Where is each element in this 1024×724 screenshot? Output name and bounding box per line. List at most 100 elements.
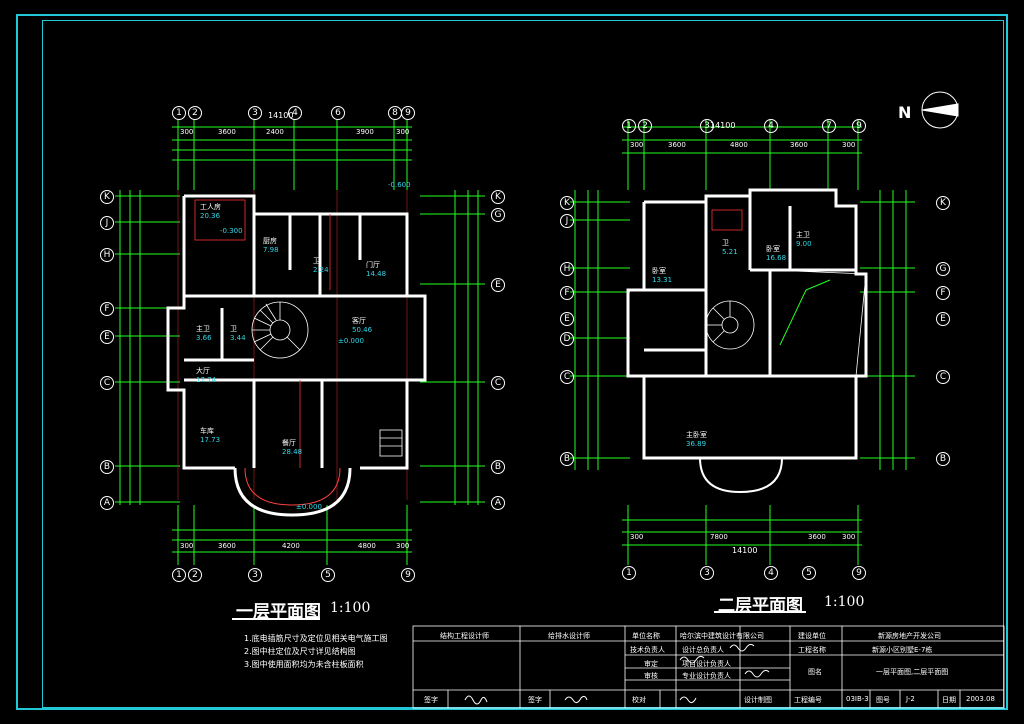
plan1-dim-bottom: 3600 — [218, 542, 236, 550]
plan1-axis-top-9: 9 — [401, 106, 415, 120]
plan2-axis-bottom-9: 9 — [852, 566, 866, 580]
plan1-room-area: 28.48 — [282, 448, 303, 456]
plan2-room-name: 主卧室 — [686, 431, 707, 439]
cad-drawing-canvas — [115, 91, 1005, 709]
plan2-dim-bottom: 7800 — [710, 533, 728, 541]
plan2-title-underline — [714, 611, 806, 613]
plan1-entry-steps — [379, 429, 403, 457]
plan1-axis-left-J: J — [100, 216, 114, 230]
plan2-dim-top: 300 — [842, 141, 856, 149]
plan2-axis-bottom-1: 1 — [622, 566, 636, 580]
plan1-axis-bottom-2: 2 — [188, 568, 202, 582]
plan1-room-area: 3.44 — [230, 334, 246, 342]
plan2-dim-top: 3600 — [790, 141, 808, 149]
tb-unit-name: 哈尔滨中建筑设计有限公司 — [680, 632, 764, 640]
plan2-spiral-stair — [705, 300, 755, 350]
plan2-room-area: 36.89 — [686, 440, 707, 448]
note-3: 3.图中使用面积均为未含柱板面积 — [244, 660, 364, 669]
plan2-floor-plan — [570, 120, 915, 565]
plan1-dim-top: 2400 — [266, 128, 284, 136]
plan2-axis-right-K: K — [936, 196, 950, 210]
tb-date: 2003.08 — [966, 695, 995, 703]
plan1-axis-right-K: K — [491, 190, 505, 204]
tb-project-name: 新源小区别墅E-7栋 — [872, 646, 933, 654]
plan2-dim-bottom: 300 — [630, 533, 644, 541]
plan2-room-area: 16.68 — [766, 254, 787, 262]
tb-drawing-no-label: 图号 — [876, 696, 890, 704]
plan2-dim-bottom: 3600 — [808, 533, 826, 541]
plan1-floor-plan — [115, 120, 485, 565]
plan2-room-area: 13.31 — [652, 276, 673, 284]
tb-client-label: 建设单位 — [798, 632, 826, 640]
plan1-axis-right-G: G — [491, 208, 505, 222]
plan1-dim-lines-right — [420, 190, 485, 505]
plan1-spiral-stair — [251, 301, 309, 359]
tb-approved: 审定 — [644, 660, 658, 668]
plan2-dim-lines-right — [860, 190, 915, 470]
plan2-axis-left-C: C — [560, 370, 574, 384]
plan1-axis-left-H: H — [100, 248, 114, 262]
plan2-axis-left-E: E — [560, 312, 574, 326]
plan2-dim-lines-bottom — [622, 505, 862, 565]
plan2-balcony-arc — [699, 457, 783, 494]
plan1-axis-left-A: A — [100, 496, 114, 510]
plan2-diagonal-roof-lines — [779, 279, 831, 346]
plan2-axis-bottom-3: 3 — [700, 566, 714, 580]
tb-project-name-label: 工程名称 — [798, 646, 826, 654]
plan1-dim-bottom: 300 — [180, 542, 194, 550]
plan1-room-area: 3.66 — [196, 334, 212, 342]
plan1-axis-bottom-1: 1 — [172, 568, 186, 582]
plan1-room-name: 客厅 — [352, 317, 366, 325]
tb-drawing-name: 一层平面图,二层平面图 — [876, 668, 949, 676]
north-label: N — [898, 103, 912, 122]
plan1-room-name: 门厅 — [366, 261, 380, 269]
tb-reviewed: 审核 — [644, 672, 658, 680]
plan1-dim-top: 3900 — [356, 128, 374, 136]
plan2-axis-top-9: 9 — [852, 119, 866, 133]
plan2-room-name: 卧室 — [652, 267, 666, 275]
plan2-scale: 1:100 — [824, 594, 865, 610]
tb-project-no-label: 工程编号 — [794, 696, 822, 704]
plan1-axis-top-1: 1 — [172, 106, 186, 120]
tb-design-lead: 设计总负责人 — [682, 646, 724, 654]
plan2-axis-right-C: C — [936, 370, 950, 384]
tb-project-design-lead: 项目设计负责人 — [682, 660, 731, 668]
plan1-elevation: -0.300 — [220, 227, 243, 235]
plan2-axis-left-K: K — [560, 196, 574, 210]
plan1-room-name: 大厅 — [196, 367, 210, 375]
plan1-title-underline — [232, 618, 320, 620]
note-2: 2.图中柱定位及尺寸详见结构图 — [244, 647, 356, 656]
plan1-room-name: 主卫 — [196, 325, 210, 333]
tb-unit-name-label: 单位名称 — [632, 632, 660, 640]
plan2-room-name: 主卫 — [796, 231, 810, 239]
plan1-room-area: 17.73 — [200, 436, 221, 444]
plan1-axis-top-8: 8 — [388, 106, 402, 120]
tb-project-no: 03IB-3 — [846, 695, 869, 703]
plan2-dim-total-top: 14100 — [710, 121, 736, 130]
plan2-axis-left-H: H — [560, 262, 574, 276]
plan1-axis-right-C: C — [491, 376, 505, 390]
plan1-axis-left-K: K — [100, 190, 114, 204]
plan1-axis-left-B: B — [100, 460, 114, 474]
plan1-dim-top: 3600 — [218, 128, 236, 136]
plan2-axis-left-F: F — [560, 286, 574, 300]
plan1-axis-right-B: B — [491, 460, 505, 474]
tb-tech-lead: 技术负责人 — [630, 646, 665, 654]
plan1-room-area: 14.48 — [366, 270, 387, 278]
plan2-axis-top-2: 2 — [638, 119, 652, 133]
plan1-room-name: 厨房 — [263, 237, 277, 245]
plan1-room-name: 卫 — [230, 325, 237, 333]
plan1-room-name: 车库 — [200, 427, 214, 435]
tb-checked: 校对 — [632, 696, 646, 704]
plan2-axis-right-B: B — [936, 452, 950, 466]
plan2-dim-bottom: 300 — [842, 533, 856, 541]
tb-drawing-no: J-2 — [906, 695, 915, 703]
plan2-dim-top: 3600 — [668, 141, 686, 149]
plan2-room-name: 卧室 — [766, 245, 780, 253]
plan1-room-area: 2.24 — [313, 266, 329, 274]
plan1-room-area: 20.36 — [200, 212, 221, 220]
plan1-elevation: -0.600 — [388, 181, 411, 189]
plan1-dim-lines-left — [115, 190, 180, 505]
plan2-dim-top: 4800 — [730, 141, 748, 149]
plan1-axis-top-2: 2 — [188, 106, 202, 120]
